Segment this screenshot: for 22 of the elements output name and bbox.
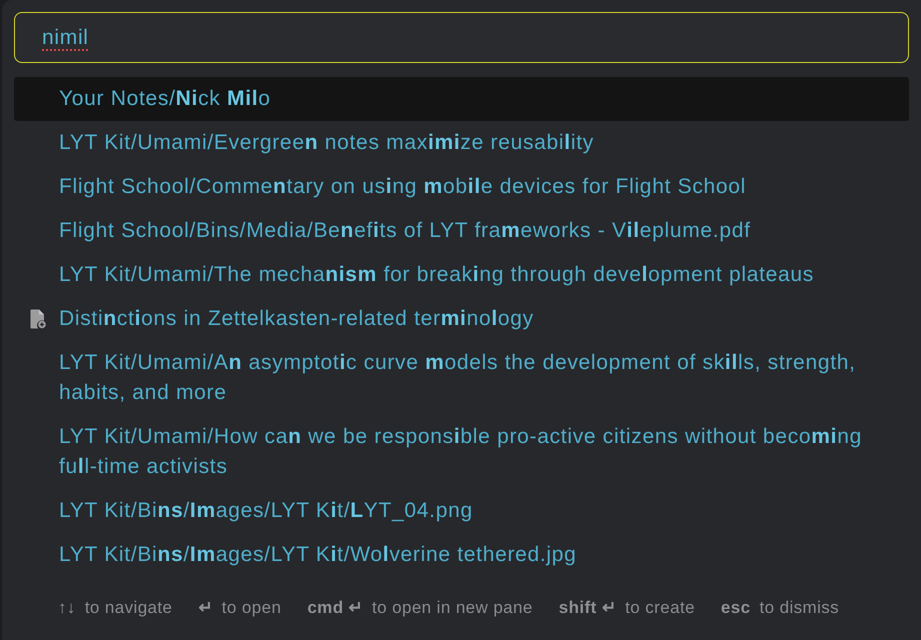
suggestion-item[interactable]: LYT Kit/Bins/Images/LYT Kit/LYT_04.png bbox=[14, 489, 909, 533]
suggestion-item[interactable]: LYT Kit/Bins/Images/LYT Kit/Wolverine tethered.jpg bbox=[14, 533, 909, 577]
shortcut-key: ↵ bbox=[198, 596, 213, 620]
suggestion-item[interactable]: LYT Kit/Umami/Evergreen notes maximize reusability bbox=[14, 121, 909, 165]
suggestion-item[interactable]: Your Notes/Nick Milo bbox=[14, 77, 909, 121]
search-field[interactable]: nimil bbox=[14, 12, 909, 63]
suggestion-item[interactable]: LYT Kit/Umami/An asymptotic curve models the development of skills, strength, habits, and more bbox=[14, 341, 909, 415]
shortcut-description: to create bbox=[625, 597, 695, 619]
shortcut-description: to navigate bbox=[84, 597, 172, 619]
shortcut-key: shift ↵ bbox=[558, 596, 616, 620]
shortcut-key: esc bbox=[720, 596, 750, 620]
suggestion-item[interactable]: LYT Kit/Umami/How can we be responsible pro-active citizens without becoming full-time activists bbox=[14, 415, 909, 489]
shortcut-description: to open in new pane bbox=[372, 597, 533, 619]
shortcut-key: ↑↓ bbox=[58, 596, 76, 620]
shortcut-description: to open bbox=[222, 597, 282, 619]
suggestion-item[interactable]: Distinctions in Zettelkasten-related terminology bbox=[14, 297, 909, 341]
file-plus-icon bbox=[30, 309, 46, 329]
suggestion-item[interactable]: LYT Kit/Umami/The mechanism for breaking through development plateaus bbox=[14, 253, 909, 297]
suggestion-item[interactable]: Flight School/Commentary on using mobile devices for Flight School bbox=[14, 165, 909, 209]
shortcut-description: to dismiss bbox=[760, 597, 840, 619]
suggestion-item[interactable]: Flight School/Bins/Media/Benefits of LYT frameworks - Vileplume.pdf bbox=[14, 209, 909, 253]
shortcut-key: cmd ↵ bbox=[307, 596, 364, 620]
